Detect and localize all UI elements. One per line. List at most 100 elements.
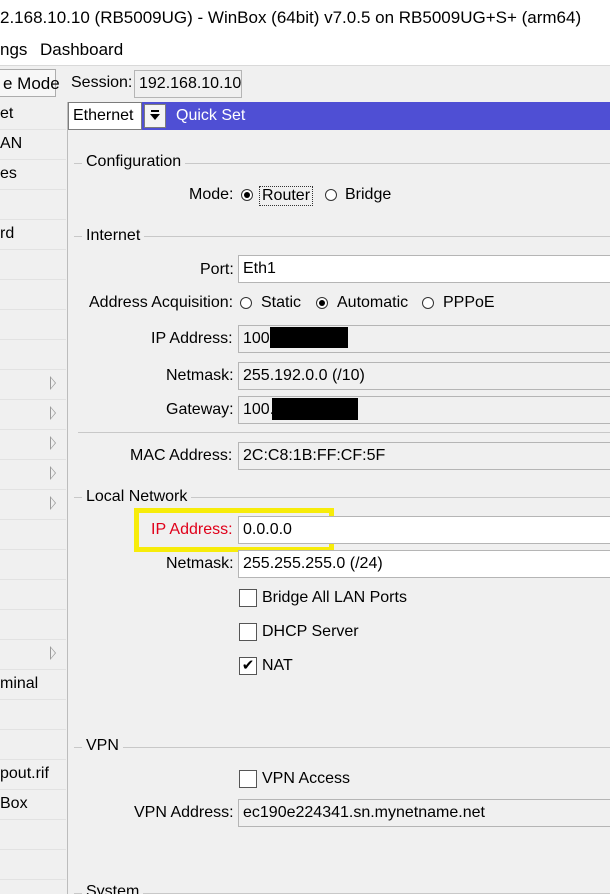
vpn-access-label[interactable]: VPN Access: [262, 770, 350, 788]
acquisition-pppoe-radio[interactable]: [422, 297, 434, 309]
sidebar-item[interactable]: [0, 399, 66, 430]
sidebar-item[interactable]: [0, 519, 66, 550]
submenu-arrow-icon: [50, 406, 56, 420]
vpn-group-title: VPN: [82, 737, 123, 755]
sidebar-item[interactable]: et: [0, 102, 66, 130]
acquisition-static-label[interactable]: Static: [261, 294, 301, 312]
sidebar-item[interactable]: [0, 459, 66, 490]
sidebar-item-label: et: [0, 105, 14, 122]
window-title: 2.168.10.10 (RB5009UG) - WinBox (64bit) …: [0, 0, 610, 36]
submenu-arrow-icon: [50, 496, 56, 510]
internet-ip-label: IP Address:: [151, 330, 233, 347]
menu-item-settings[interactable]: ngs: [0, 36, 27, 64]
sidebar-item-label: rd: [0, 225, 15, 242]
sidebar-item[interactable]: [0, 339, 66, 370]
internet-separator: [78, 432, 610, 433]
acquisition-automatic-label[interactable]: Automatic: [337, 294, 408, 312]
submenu-arrow-icon: [50, 646, 56, 660]
chevron-down-icon: [150, 110, 160, 120]
sidebar-item[interactable]: [0, 609, 66, 640]
sidebar-item[interactable]: [0, 189, 66, 220]
session-field[interactable]: 192.168.10.10: [134, 70, 242, 98]
mac-address-label: MAC Address:: [130, 447, 233, 464]
bridge-all-label[interactable]: Bridge All LAN Ports: [262, 589, 407, 607]
sidebar-item[interactable]: [0, 309, 66, 340]
address-acquisition-label: Address Acquisition:: [89, 294, 234, 311]
sidebar-item[interactable]: es: [0, 159, 66, 190]
redacted-gateway: [272, 398, 358, 420]
nat-label[interactable]: NAT: [262, 657, 293, 675]
sidebar-item[interactable]: [0, 849, 66, 880]
acquisition-automatic-radio[interactable]: [316, 297, 328, 309]
sidebar-item[interactable]: [0, 729, 66, 760]
internet-netmask-field: 255.192.0.0 (/10): [238, 362, 610, 390]
sidebar-item[interactable]: [0, 279, 66, 310]
local-netmask-label: Netmask:: [166, 555, 234, 572]
submenu-arrow-icon: [50, 436, 56, 450]
sidebar-item-label: es: [0, 165, 17, 182]
sidebar-item-label: minal: [0, 675, 39, 692]
sidebar-item[interactable]: minal: [0, 669, 66, 700]
sidebar-item[interactable]: rd: [0, 219, 66, 250]
sidebar-item[interactable]: [0, 639, 66, 670]
sidebar-item[interactable]: [0, 819, 66, 850]
safe-mode-button[interactable]: e Mode: [0, 69, 60, 97]
port-field[interactable]: Eth1: [238, 255, 610, 283]
local-ip-label: IP Address:: [151, 521, 233, 538]
sidebar-item[interactable]: [0, 249, 66, 280]
submenu-arrow-icon: [50, 376, 56, 390]
submenu-arrow-icon: [50, 466, 56, 480]
internet-group-title: Internet: [82, 227, 145, 245]
sidebar-item[interactable]: [0, 369, 66, 400]
sidebar-item[interactable]: AN: [0, 129, 66, 160]
bridge-all-checkbox[interactable]: [239, 589, 257, 607]
sidebar: et AN es rd minal pout.rif Box: [0, 102, 68, 894]
sidebar-item[interactable]: Box: [0, 789, 66, 820]
internet-netmask-label: Netmask:: [166, 367, 234, 384]
gateway-label: Gateway:: [166, 401, 234, 418]
window-title-text: 2.168.10.10 (RB5009UG) - WinBox (64bit) …: [0, 8, 582, 27]
mode-router-radio[interactable]: [241, 189, 253, 201]
quickset-panel: Configuration Mode: Router Bridge Intern…: [68, 130, 610, 894]
local-network-group-title: Local Network: [82, 488, 192, 506]
vpn-address-label: VPN Address:: [134, 804, 234, 821]
sidebar-item-label: Box: [0, 795, 28, 812]
quickset-title: Quick Set: [176, 107, 246, 124]
acquisition-static-radio[interactable]: [240, 297, 252, 309]
interface-dropdown-button[interactable]: [144, 104, 166, 128]
port-label: Port:: [200, 261, 234, 278]
internet-group-line: [74, 236, 610, 237]
dhcp-server-label[interactable]: DHCP Server: [262, 623, 359, 641]
interface-select[interactable]: Ethernet: [68, 102, 142, 130]
local-ip-field[interactable]: 0.0.0.0: [238, 516, 610, 544]
redacted-ip: [270, 327, 348, 348]
mode-router-label[interactable]: Router: [259, 186, 314, 206]
vpn-group-line: [74, 747, 610, 748]
sidebar-item[interactable]: [0, 579, 66, 610]
vpn-address-field: ec190e224341.sn.mynetname.net: [238, 799, 610, 827]
session-label: Session:: [71, 74, 133, 91]
dhcp-server-checkbox[interactable]: [239, 623, 257, 641]
configuration-group-title: Configuration: [82, 153, 186, 171]
mode-bridge-label[interactable]: Bridge: [345, 186, 391, 204]
checkmark-icon: ✔: [241, 657, 255, 674]
menu-item-dashboard[interactable]: Dashboard: [40, 36, 123, 64]
vpn-access-checkbox[interactable]: [239, 770, 257, 788]
system-group-title: System: [82, 883, 144, 894]
sidebar-item-label: pout.rif: [0, 765, 49, 782]
menu-bar: ngs Dashboard: [0, 36, 610, 64]
sidebar-item[interactable]: [0, 549, 66, 580]
quickset-header: Ethernet Quick Set: [68, 102, 610, 130]
local-netmask-field[interactable]: 255.255.255.0 (/24): [238, 550, 610, 578]
sidebar-item[interactable]: pout.rif: [0, 759, 66, 790]
sidebar-item-label: AN: [0, 135, 23, 152]
mode-bridge-radio[interactable]: [325, 189, 337, 201]
mac-address-field: 2C:C8:1B:FF:CF:5F: [238, 442, 610, 470]
acquisition-pppoe-label[interactable]: PPPoE: [443, 294, 495, 312]
nat-checkbox[interactable]: ✔: [239, 657, 257, 675]
sidebar-item[interactable]: [0, 489, 66, 520]
sidebar-item[interactable]: [0, 429, 66, 460]
sidebar-item[interactable]: [0, 699, 66, 730]
toolbar: e Mode Session: 192.168.10.10: [0, 65, 610, 103]
mode-label: Mode:: [189, 186, 234, 203]
